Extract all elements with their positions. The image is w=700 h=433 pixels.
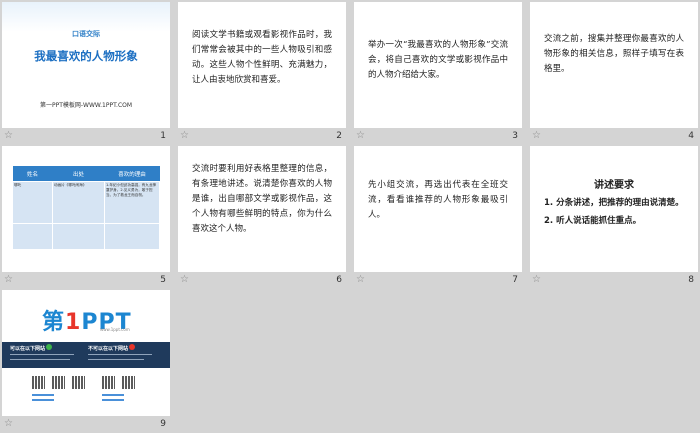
qr-code-icon [32,376,45,389]
slide-number: 2 [336,131,342,141]
slide-2-canvas: 阅读文学书籍或观看影视作品时，我们常常会被其中的一些人物吸引和感动。这些人物个性… [178,2,346,128]
slide-number: 6 [336,275,342,285]
table-cell: 动画片《哪吒闹海》 [52,181,105,224]
slide-number: 7 [512,275,518,285]
info-table: 姓名 出处 喜欢的理由 哪吒 动画片《哪吒闹海》 1.年纪小但武功高强，有九龙神… [12,166,160,250]
table-header: 出处 [52,166,105,182]
band-line [88,354,152,355]
check-icon [46,344,52,350]
band-line [10,354,74,355]
slide-footer: ☆ 3 [354,128,522,144]
slide-thumb-8[interactable]: 讲述要求 1. 分条讲述，把推荐的理由说清楚。 2. 听人说话能抓住重点。 ☆ … [530,146,698,288]
info-band: 可以在以下网站 不可以在以下网站 [2,342,170,368]
link-bar [102,394,124,396]
star-icon[interactable]: ☆ [532,129,541,143]
slide-number: 4 [688,131,694,141]
band-line [88,359,144,360]
slide-1-canvas: 口语交际 我最喜欢的人物形象 第一PPT模板网-WWW.1PPT.COM [2,2,170,128]
slide-footer: ☆ 6 [178,272,346,288]
star-icon[interactable]: ☆ [532,273,541,287]
slide-4-canvas: 交流之前，搜集并整理你最喜欢的人物形象的相关信息，照样子填写在表格里。 [530,2,698,128]
slide-footer: ☆ 8 [530,272,698,288]
slide-3-canvas: 举办一次“我最喜欢的人物形象”交流会，将自己喜欢的文学或影视作品中的人物介绍给大… [354,2,522,128]
slide-footer: ☆ 2 [178,128,346,144]
qr-code-icon [52,376,65,389]
slide-title: 我最喜欢的人物形象 [34,49,138,63]
slide-thumb-4[interactable]: 交流之前，搜集并整理你最喜欢的人物形象的相关信息，照样子填写在表格里。 ☆ 4 [530,2,698,144]
slide-thumb-2[interactable]: 阅读文学书籍或观看影视作品时，我们常常会被其中的一些人物吸引和感动。这些人物个性… [178,2,346,144]
slide-subtitle: 口语交际 [72,30,100,38]
slide-5-canvas: 姓名 出处 喜欢的理由 哪吒 动画片《哪吒闹海》 1.年纪小但武功高强，有九龙神… [2,146,170,272]
qr-code-icon [102,376,115,389]
slide-title: 讲述要求 [594,180,634,191]
slide-thumb-7[interactable]: 先小组交流，再选出代表在全班交流，看看谁推荐的人物形象最吸引人。 ☆ 7 [354,146,522,288]
slide-body-text: 先小组交流，再选出代表在全班交流，看看谁推荐的人物形象最吸引人。 [368,180,508,220]
slide-thumb-3[interactable]: 举办一次“我最喜欢的人物形象”交流会，将自己喜欢的文学或影视作品中的人物介绍给大… [354,2,522,144]
slide-body-text: 交流时要利用好表格里整理的信息，有条理地讲述。说清楚你喜欢的人物是谁，出自哪部文… [192,164,332,234]
slide-number: 8 [688,275,694,285]
table-header: 喜欢的理由 [104,166,160,182]
table-header: 姓名 [12,166,53,182]
band-heading-left: 可以在以下网站 [10,346,46,352]
band-line [10,359,70,360]
qr-code-icon [72,376,85,389]
logo-url: www.1ppt.com [100,327,130,332]
slide-footer: ☆ 7 [354,272,522,288]
slide-6-canvas: 交流时要利用好表格里整理的信息，有条理地讲述。说清楚你喜欢的人物是谁，出自哪部文… [178,146,346,272]
cross-icon [129,344,135,350]
slide-7-canvas: 先小组交流，再选出代表在全班交流，看看谁推荐的人物形象最吸引人。 [354,146,522,272]
table-cell: 哪吒 [12,181,53,224]
slide-number: 9 [160,419,166,429]
star-icon[interactable]: ☆ [180,273,189,287]
slide-number: 5 [160,275,166,285]
table-cell [104,223,160,250]
slide-number: 1 [160,131,166,141]
site-credit: 第一PPT模板网-WWW.1PPT.COM [39,102,133,109]
slide-thumb-1[interactable]: 口语交际 我最喜欢的人物形象 第一PPT模板网-WWW.1PPT.COM ☆ 1 [2,2,170,144]
link-bar [102,399,124,401]
slide-body-text: 交流之前，搜集并整理你最喜欢的人物形象的相关信息，照样子填写在表格里。 [544,34,684,74]
table-cell [52,223,105,250]
slide-footer: ☆ 1 [2,128,170,144]
link-bar [32,399,54,401]
list-item: 1. 分条讲述，把推荐的理由说清楚。 [544,198,684,208]
slide-8-canvas: 讲述要求 1. 分条讲述，把推荐的理由说清楚。 2. 听人说话能抓住重点。 [530,146,698,272]
slide-body-text: 阅读文学书籍或观看影视作品时，我们常常会被其中的一些人物吸引和感动。这些人物个性… [192,30,332,85]
slide-footer: ☆ 4 [530,128,698,144]
slide-number: 3 [512,131,518,141]
slide-thumb-6[interactable]: 交流时要利用好表格里整理的信息，有条理地讲述。说清楚你喜欢的人物是谁，出自哪部文… [178,146,346,288]
star-icon[interactable]: ☆ [356,273,365,287]
star-icon[interactable]: ☆ [4,129,13,143]
link-bar [32,394,54,396]
table-cell: 1.年纪小但武功高强，有九龙神罩护身。2.见义勇为，敢于担当，为了救龙王而自刎。 [104,181,160,224]
band-heading-right: 不可以在以下网站 [88,346,129,352]
star-icon[interactable]: ☆ [180,129,189,143]
star-icon[interactable]: ☆ [356,129,365,143]
logo-char: 第 [42,310,66,335]
table-cell [12,223,53,250]
slide-thumb-5[interactable]: 姓名 出处 喜欢的理由 哪吒 动画片《哪吒闹海》 1.年纪小但武功高强，有九龙神… [2,146,170,288]
slide-thumb-9[interactable]: 第1PPT www.1ppt.com 可以在以下网站 不可以在以下网站 ☆ 9 [2,290,170,432]
slide-footer: ☆ 9 [2,416,170,432]
star-icon[interactable]: ☆ [4,417,13,431]
slide-footer: ☆ 5 [2,272,170,288]
slide-9-canvas: 第1PPT www.1ppt.com 可以在以下网站 不可以在以下网站 [2,290,170,416]
header-band [2,2,170,32]
logo-char: 1 [65,310,82,335]
star-icon[interactable]: ☆ [4,273,13,287]
list-item: 2. 听人说话能抓住重点。 [544,216,642,226]
slide-body-text: 举办一次“我最喜欢的人物形象”交流会，将自己喜欢的文学或影视作品中的人物介绍给大… [368,40,508,80]
qr-code-icon [122,376,135,389]
